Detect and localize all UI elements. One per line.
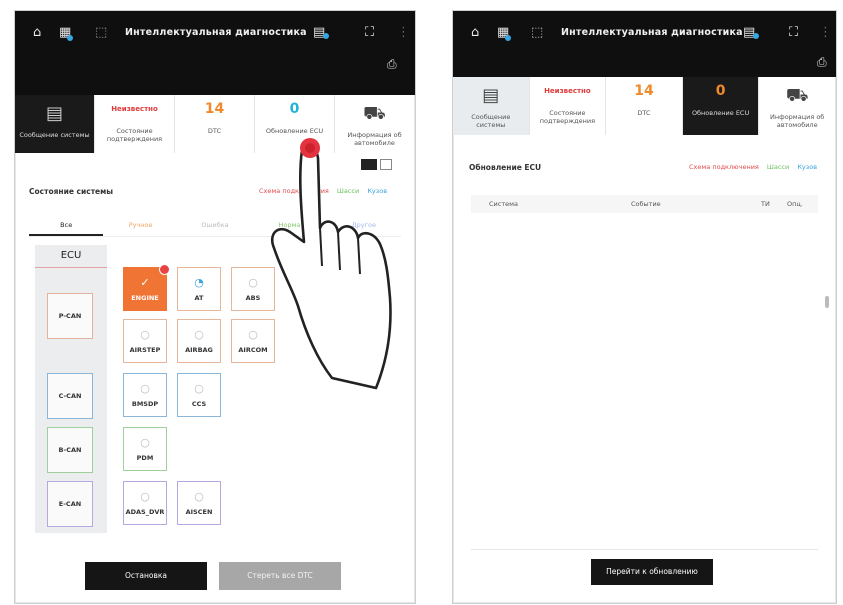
more-icon[interactable]: ⋮ <box>397 25 410 40</box>
module-icon: ○ <box>140 436 150 449</box>
more-icon[interactable]: ⋮ <box>819 25 832 40</box>
link-body[interactable]: Кузов <box>797 163 817 171</box>
tile-dtc[interactable]: 14 DTC <box>175 95 255 153</box>
tile-confirmation-status[interactable]: Неизвестно Состояние подтверждения <box>95 95 175 153</box>
fullscreen-icon[interactable]: ⛶ <box>789 25 798 40</box>
ecu-table-header: Система Событие ТИ Опц. <box>471 195 818 213</box>
right-tablet-screen: ⌂ ▦ ⬚ Интеллектуальная диагностика ▤ ⛶ ⋮… <box>452 10 837 604</box>
module-icon: ○ <box>140 382 150 395</box>
tile-vehicle-info[interactable]: ⛟ Информация об автомобиле <box>759 77 836 135</box>
col-event: Событие <box>631 200 661 208</box>
tab-error[interactable]: Ошибка <box>178 214 252 236</box>
status-dot <box>323 33 329 39</box>
battery-icon: ⬚ <box>531 25 544 40</box>
check-icon: ✓ <box>140 276 150 289</box>
module-adas-dvr[interactable]: ○ ADAS_DVR <box>123 481 167 525</box>
fullscreen-icon[interactable]: ⛶ <box>365 25 374 40</box>
bus-c-can[interactable]: C-CAN <box>47 373 93 419</box>
tap-gesture-hand-icon <box>270 138 392 390</box>
tab-manual[interactable]: Ручное <box>103 214 177 236</box>
module-pdm[interactable]: ○ PDM <box>123 427 167 471</box>
vci-connected-dot <box>505 35 511 41</box>
col-options: Опц. <box>787 200 803 208</box>
module-ccs[interactable]: ○ CCS <box>177 373 221 417</box>
scroll-handle[interactable] <box>825 296 829 308</box>
status-dot <box>753 33 759 39</box>
stop-button[interactable]: Остановка <box>85 562 207 590</box>
quick-links: Схема подключения Шасси Кузов <box>683 163 817 171</box>
module-icon: ○ <box>140 328 150 341</box>
summary-tiles: ▤ Сообщение системы Неизвестно Состояние… <box>453 77 836 135</box>
link-chassis[interactable]: Шасси <box>767 163 789 171</box>
go-to-update-button[interactable]: Перейти к обновлению <box>591 559 713 585</box>
module-icon: ○ <box>140 490 150 503</box>
ecu-header-underline <box>35 267 107 268</box>
list-icon: ▤ <box>482 85 500 106</box>
col-system: Система <box>489 200 519 208</box>
list-icon: ▤ <box>45 103 63 124</box>
print-icon[interactable]: ⎙ <box>817 55 827 70</box>
print-icon[interactable]: ⎙ <box>387 57 397 72</box>
tab-all[interactable]: Все <box>29 214 104 236</box>
bus-e-can[interactable]: E-CAN <box>47 481 93 527</box>
bus-b-can[interactable]: B-CAN <box>47 427 93 473</box>
tile-system-message[interactable]: ▤ Сообщение системы <box>15 95 95 153</box>
module-at[interactable]: ◔ AT <box>177 267 221 311</box>
page-title: Интеллектуальная диагностика <box>561 27 743 38</box>
tile-confirmation-status[interactable]: Неизвестно Состояние подтверждения <box>530 77 607 135</box>
tile-system-message[interactable]: ▤ Сообщение системы <box>453 77 530 135</box>
car-info-icon: ⛟ <box>363 103 386 124</box>
module-icon: ○ <box>194 382 204 395</box>
module-icon: ○ <box>194 490 204 503</box>
clear-all-dtc-button[interactable]: Стереть все DTC <box>219 562 341 590</box>
module-airbag[interactable]: ○ AIRBAG <box>177 319 221 363</box>
tile-ecu-update[interactable]: 0 Обновление ECU <box>682 77 760 135</box>
module-engine[interactable]: ✓ ENGINE <box>123 264 170 311</box>
tile-dtc[interactable]: 14 DTC <box>606 77 683 135</box>
section-title: Обновление ECU <box>469 163 542 172</box>
home-icon[interactable]: ⌂ <box>471 25 479 40</box>
top-bar: ⌂ ▦ ⬚ Интеллектуальная диагностика ▤ ⛶ ⋮… <box>15 11 415 95</box>
module-icon: ○ <box>194 328 204 341</box>
battery-icon: ⬚ <box>95 25 108 40</box>
bus-p-can[interactable]: P-CAN <box>47 293 93 339</box>
home-icon[interactable]: ⌂ <box>33 25 41 40</box>
footer-divider <box>471 549 818 550</box>
top-bar: ⌂ ▦ ⬚ Интеллектуальная диагностика ▤ ⛶ ⋮… <box>453 11 836 77</box>
link-wiring[interactable]: Схема подключения <box>689 163 759 171</box>
ecu-header: ECU <box>60 250 82 261</box>
module-aiscen[interactable]: ○ AISCEN <box>177 481 221 525</box>
section-title: Состояние системы <box>29 187 114 196</box>
error-badge <box>159 264 170 275</box>
module-airstep[interactable]: ○ AIRSTEP <box>123 319 167 363</box>
page-title: Интеллектуальная диагностика <box>125 27 307 38</box>
car-info-icon: ⛟ <box>785 85 809 106</box>
vci-connected-dot <box>67 35 73 41</box>
module-bmsdp[interactable]: ○ BMSDP <box>123 373 167 417</box>
col-ti: ТИ <box>761 200 770 208</box>
loading-icon: ◔ <box>194 276 204 289</box>
